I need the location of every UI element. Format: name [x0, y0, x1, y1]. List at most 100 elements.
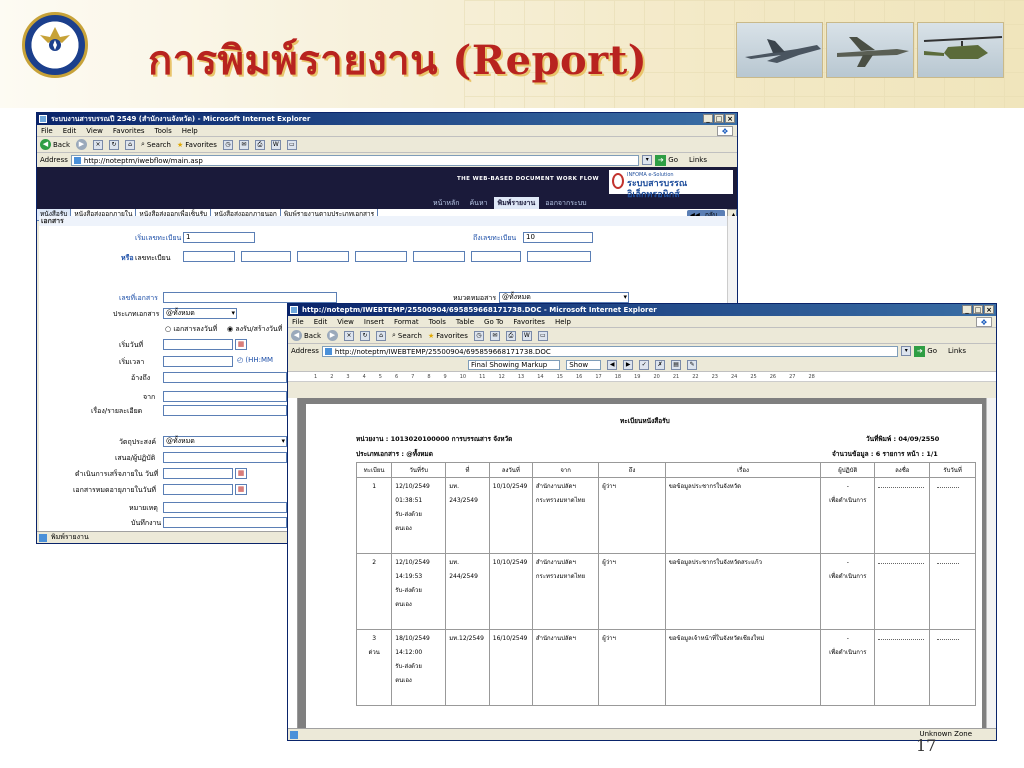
folder-icon[interactable]: ▭	[537, 330, 548, 341]
start-no-input[interactable]: 1	[183, 232, 255, 243]
menu-goto[interactable]: Go To	[484, 318, 503, 326]
minimize-icon[interactable]: _	[703, 114, 713, 123]
win2-vertical-scrollbar[interactable]	[986, 398, 996, 728]
back-button[interactable]: ◀ Back	[291, 330, 321, 341]
links-button[interactable]: Links	[689, 156, 707, 164]
highlight-icon[interactable]: ✎	[687, 359, 698, 370]
stop-icon[interactable]: ×	[344, 330, 354, 341]
reg-no-label: เลขทะเบียน	[135, 254, 171, 262]
go-button[interactable]: ➔ Go	[655, 154, 678, 166]
menu-file[interactable]: File	[292, 318, 304, 326]
search-button[interactable]: ⌕ Search	[141, 140, 171, 149]
menu-help[interactable]: Help	[182, 127, 198, 135]
maximize-icon[interactable]: □	[714, 114, 724, 123]
reg-no-part-2[interactable]	[241, 251, 291, 262]
back-button[interactable]: ◀ Back	[40, 139, 70, 150]
recorder-input[interactable]	[163, 517, 287, 528]
folder-icon[interactable]: ▭	[286, 139, 297, 150]
menu-view[interactable]: View	[86, 127, 103, 135]
history-icon[interactable]: ◷	[222, 139, 233, 150]
search-button[interactable]: ⌕ Search	[392, 331, 422, 340]
doc-type-select[interactable]: @ทั้งหมด	[163, 308, 237, 319]
show-menu[interactable]: Show	[566, 359, 602, 370]
purpose-select[interactable]: @ทั้งหมด	[163, 436, 287, 447]
menu-help[interactable]: Help	[555, 318, 571, 326]
reg-no-part-6[interactable]	[471, 251, 521, 262]
favorites-button[interactable]: ★ Favorites	[177, 141, 217, 149]
win1-titlebar[interactable]: ระบบงานสารบรรณปี 2549 (สำนักงานจังหวัด) …	[37, 113, 737, 125]
win2-titlebar[interactable]: http://noteptm/IWEBTEMP/25500904/6958596…	[288, 304, 996, 316]
print-icon[interactable]: ⎙	[505, 330, 516, 341]
start-date-input[interactable]	[163, 339, 233, 350]
minimize-icon[interactable]: _	[962, 305, 972, 314]
address-input[interactable]: http://noteptm/iwebflow/main.asp	[70, 154, 640, 166]
history-icon[interactable]: ◷	[473, 330, 484, 341]
forward-icon[interactable]: ▶	[76, 139, 87, 150]
refresh-icon[interactable]: ↻	[109, 139, 119, 150]
next-change-icon[interactable]: ▶	[623, 359, 634, 370]
edit-icon[interactable]: W	[270, 139, 281, 150]
mail-icon[interactable]: ✉	[238, 139, 249, 150]
menu-tools[interactable]: Tools	[155, 127, 172, 135]
remark-input[interactable]	[163, 502, 287, 513]
menu-tools[interactable]: Tools	[429, 318, 446, 326]
home-icon[interactable]: ⌂	[125, 139, 135, 150]
address-dropdown-icon[interactable]: ▾	[642, 155, 653, 165]
subject-input[interactable]	[163, 405, 287, 416]
close-icon[interactable]: ×	[984, 305, 994, 314]
start-time-input[interactable]	[163, 356, 233, 367]
nav-search[interactable]: ค้นหา	[465, 197, 491, 209]
expire-date-input[interactable]	[163, 484, 233, 495]
doc-no-input[interactable]	[163, 292, 337, 303]
stop-icon[interactable]: ×	[93, 139, 103, 150]
mail-icon[interactable]: ✉	[489, 330, 500, 341]
links-button[interactable]: Links	[948, 347, 966, 355]
ref-input[interactable]	[163, 372, 287, 383]
prev-change-icon[interactable]: ◀	[607, 359, 618, 370]
favorites-button[interactable]: ★ Favorites	[428, 332, 468, 340]
reg-no-part-7[interactable]	[527, 251, 591, 262]
markup-select[interactable]: Final Showing Markup	[468, 359, 561, 370]
edit-icon[interactable]: W	[521, 330, 532, 341]
menu-file[interactable]: File	[41, 127, 53, 135]
menu-insert[interactable]: Insert	[364, 318, 384, 326]
menu-table[interactable]: Table	[456, 318, 474, 326]
menu-favorites[interactable]: Favorites	[513, 318, 545, 326]
nav-print-report[interactable]: พิมพ์รายงาน	[493, 197, 540, 209]
reject-change-icon[interactable]: ✗	[655, 359, 666, 370]
nav-logout[interactable]: ออกจากระบบ	[541, 197, 590, 209]
home-icon[interactable]: ⌂	[376, 330, 386, 341]
refresh-icon[interactable]: ↻	[360, 330, 370, 341]
go-button[interactable]: ➔ Go	[914, 345, 937, 357]
comment-icon[interactable]: ▤	[671, 359, 682, 370]
address-input[interactable]: http://noteptm/IWEBTEMP/25500904/6958596…	[321, 345, 899, 357]
slide-title: การพิมพ์รายงาน (Report)	[148, 37, 648, 84]
calendar-icon[interactable]: ▦	[235, 484, 247, 495]
from-input[interactable]	[163, 391, 287, 402]
reg-no-part-3[interactable]	[297, 251, 349, 262]
due-date-input[interactable]	[163, 468, 233, 479]
menu-format[interactable]: Format	[394, 318, 419, 326]
reg-no-part-5[interactable]	[413, 251, 465, 262]
category-select[interactable]: @ทั้งหมด	[499, 292, 629, 303]
reg-no-part-4[interactable]	[355, 251, 407, 262]
forward-icon[interactable]: ▶	[327, 330, 338, 341]
vertical-ruler	[288, 398, 298, 728]
reg-no-part-1[interactable]	[183, 251, 235, 262]
menu-favorites[interactable]: Favorites	[113, 127, 145, 135]
print-icon[interactable]: ⎙	[254, 139, 265, 150]
propose-input[interactable]	[163, 452, 287, 463]
end-no-input[interactable]: 10	[523, 232, 593, 243]
nav-home[interactable]: หน้าหลัก	[429, 197, 463, 209]
radio-doc-date[interactable]: ○ เอกสารลงวันที่	[165, 324, 217, 335]
address-dropdown-icon[interactable]: ▾	[901, 346, 912, 356]
calendar-icon[interactable]: ▦	[235, 339, 247, 350]
menu-edit[interactable]: Edit	[314, 318, 328, 326]
calendar-icon[interactable]: ▦	[235, 468, 247, 479]
menu-view[interactable]: View	[337, 318, 354, 326]
close-icon[interactable]: ×	[725, 114, 735, 123]
radio-recv-date[interactable]: ◉ ลงรับ/สร้างวันที่	[227, 324, 282, 335]
maximize-icon[interactable]: □	[973, 305, 983, 314]
menu-edit[interactable]: Edit	[63, 127, 77, 135]
accept-change-icon[interactable]: ✓	[639, 359, 650, 370]
